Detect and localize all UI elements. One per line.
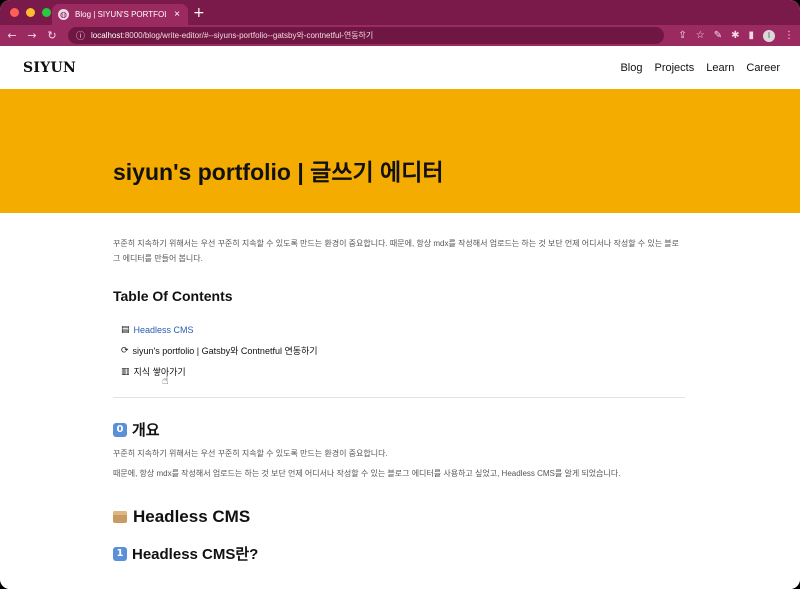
article-body: 꾸준히 지속하기 위해서는 우선 꾸준히 지속할 수 있도록 만드는 환경이 중… [113, 213, 685, 564]
intro-paragraph: 꾸준히 지속하기 위해서는 우선 꾸준히 지속할 수 있도록 만드는 환경이 중… [113, 239, 680, 263]
toc-heading: Table Of Contents [113, 288, 233, 304]
tab-bar: ◍ Blog | SIYUN'S PORTFOLIO × + [0, 0, 800, 25]
back-icon[interactable]: ← [6, 29, 18, 42]
browser-tab[interactable]: ◍ Blog | SIYUN'S PORTFOLIO × [52, 4, 188, 25]
overview-paragraph-1: 꾸준히 지속하기 위해서는 우선 꾸준히 지속할 수 있도록 만드는 환경이 중… [113, 449, 388, 458]
pen-extension-icon[interactable]: ✎ [714, 30, 722, 41]
headless-cms-title: Headless CMS [133, 507, 251, 526]
box-icon [113, 511, 127, 523]
hero-banner: siyun's portfolio | 글쓰기 에디터 [0, 89, 800, 213]
url-host: localhost [91, 31, 123, 40]
share-icon[interactable]: ⇪ [678, 30, 686, 41]
sync-icon: ⟳ [121, 345, 129, 356]
minimize-window-button[interactable] [26, 8, 35, 17]
maximize-window-button[interactable] [42, 8, 51, 17]
info-icon[interactable]: ⓘ [76, 29, 85, 42]
address-bar[interactable]: ⓘ localhost:8000/blog/write-editor/#--si… [68, 27, 665, 44]
sidepanel-icon[interactable]: ▮ [748, 30, 754, 41]
table-of-contents: ▤ Headless CMS ⟳ siyun's portfolio | Gat… [121, 319, 685, 382]
puzzle-extensions-icon[interactable]: ✱ [731, 30, 739, 41]
toc-item-label[interactable]: siyun's portfolio | Gatsby와 Contnetful 연… [133, 344, 318, 357]
toc-item-headless-cms[interactable]: ▤ Headless CMS [121, 319, 685, 340]
browser-toolbar: ← → ↻ ⓘ localhost:8000/blog/write-editor… [0, 25, 800, 46]
globe-icon: ◍ [58, 9, 69, 20]
web-page: SIYUN Blog Projects Learn Career siyun's… [0, 46, 800, 589]
number-badge: 0 [113, 422, 127, 437]
browser-window: ◍ Blog | SIYUN'S PORTFOLIO × + ← → ↻ ⓘ l… [0, 0, 800, 589]
forward-icon[interactable]: → [26, 29, 38, 42]
toc-item-label[interactable]: Headless CMS [134, 325, 194, 335]
nav-career[interactable]: Career [746, 62, 780, 74]
tab-title: Blog | SIYUN'S PORTFOLIO [75, 10, 166, 19]
nav-projects[interactable]: Projects [654, 62, 694, 74]
url-text: localhost:8000/blog/write-editor/#--siyu… [91, 30, 373, 41]
site-header: SIYUN Blog Projects Learn Career [0, 46, 800, 89]
box-icon: ▤ [121, 324, 130, 335]
nav-blog[interactable]: Blog [620, 62, 642, 74]
toc-item-label[interactable]: 지식 쌓아가기 [134, 365, 186, 378]
site-logo[interactable]: SIYUN [23, 60, 76, 76]
nav-learn[interactable]: Learn [706, 62, 734, 74]
what-is-headless-cms-heading: 1 Headless CMS란? [113, 543, 685, 564]
toc-item-gatsby-contentful[interactable]: ⟳ siyun's portfolio | Gatsby와 Contnetful… [121, 340, 685, 361]
reload-icon[interactable]: ↻ [46, 29, 58, 42]
site-nav: Blog Projects Learn Career [620, 62, 780, 74]
what-is-headless-cms-title: Headless CMS란? [132, 546, 259, 563]
close-window-button[interactable] [10, 8, 19, 17]
toolbar-icons: ⇪ ☆ ✎ ✱ ▮ I ⋮ [678, 29, 794, 42]
menu-kebab-icon[interactable]: ⋮ [784, 30, 794, 41]
headless-cms-heading: Headless CMS [113, 507, 685, 527]
books-icon: ▥ [121, 366, 130, 377]
profile-avatar[interactable]: I [763, 29, 775, 42]
number-badge: 1 [113, 546, 127, 561]
section-divider [113, 397, 685, 398]
post-title: siyun's portfolio | 글쓰기 에디터 [113, 159, 444, 185]
overview-heading: 0 개요 [113, 419, 685, 440]
bookmark-star-icon[interactable]: ☆ [696, 30, 705, 41]
close-tab-icon[interactable]: × [172, 9, 182, 20]
url-path: :8000/blog/write-editor/#--siyuns-portfo… [122, 31, 374, 40]
overview-paragraph-2: 때문에, 항상 mdx를 작성해서 업로드는 하는 것 보단 언제 어디서나 작… [113, 469, 621, 478]
new-tab-icon[interactable]: + [193, 5, 205, 21]
toc-item-knowledge[interactable]: ▥ 지식 쌓아가기 [121, 361, 685, 382]
overview-title: 개요 [132, 422, 160, 439]
hand-pointer-icon: ☝ [162, 374, 169, 387]
window-controls [10, 8, 51, 17]
